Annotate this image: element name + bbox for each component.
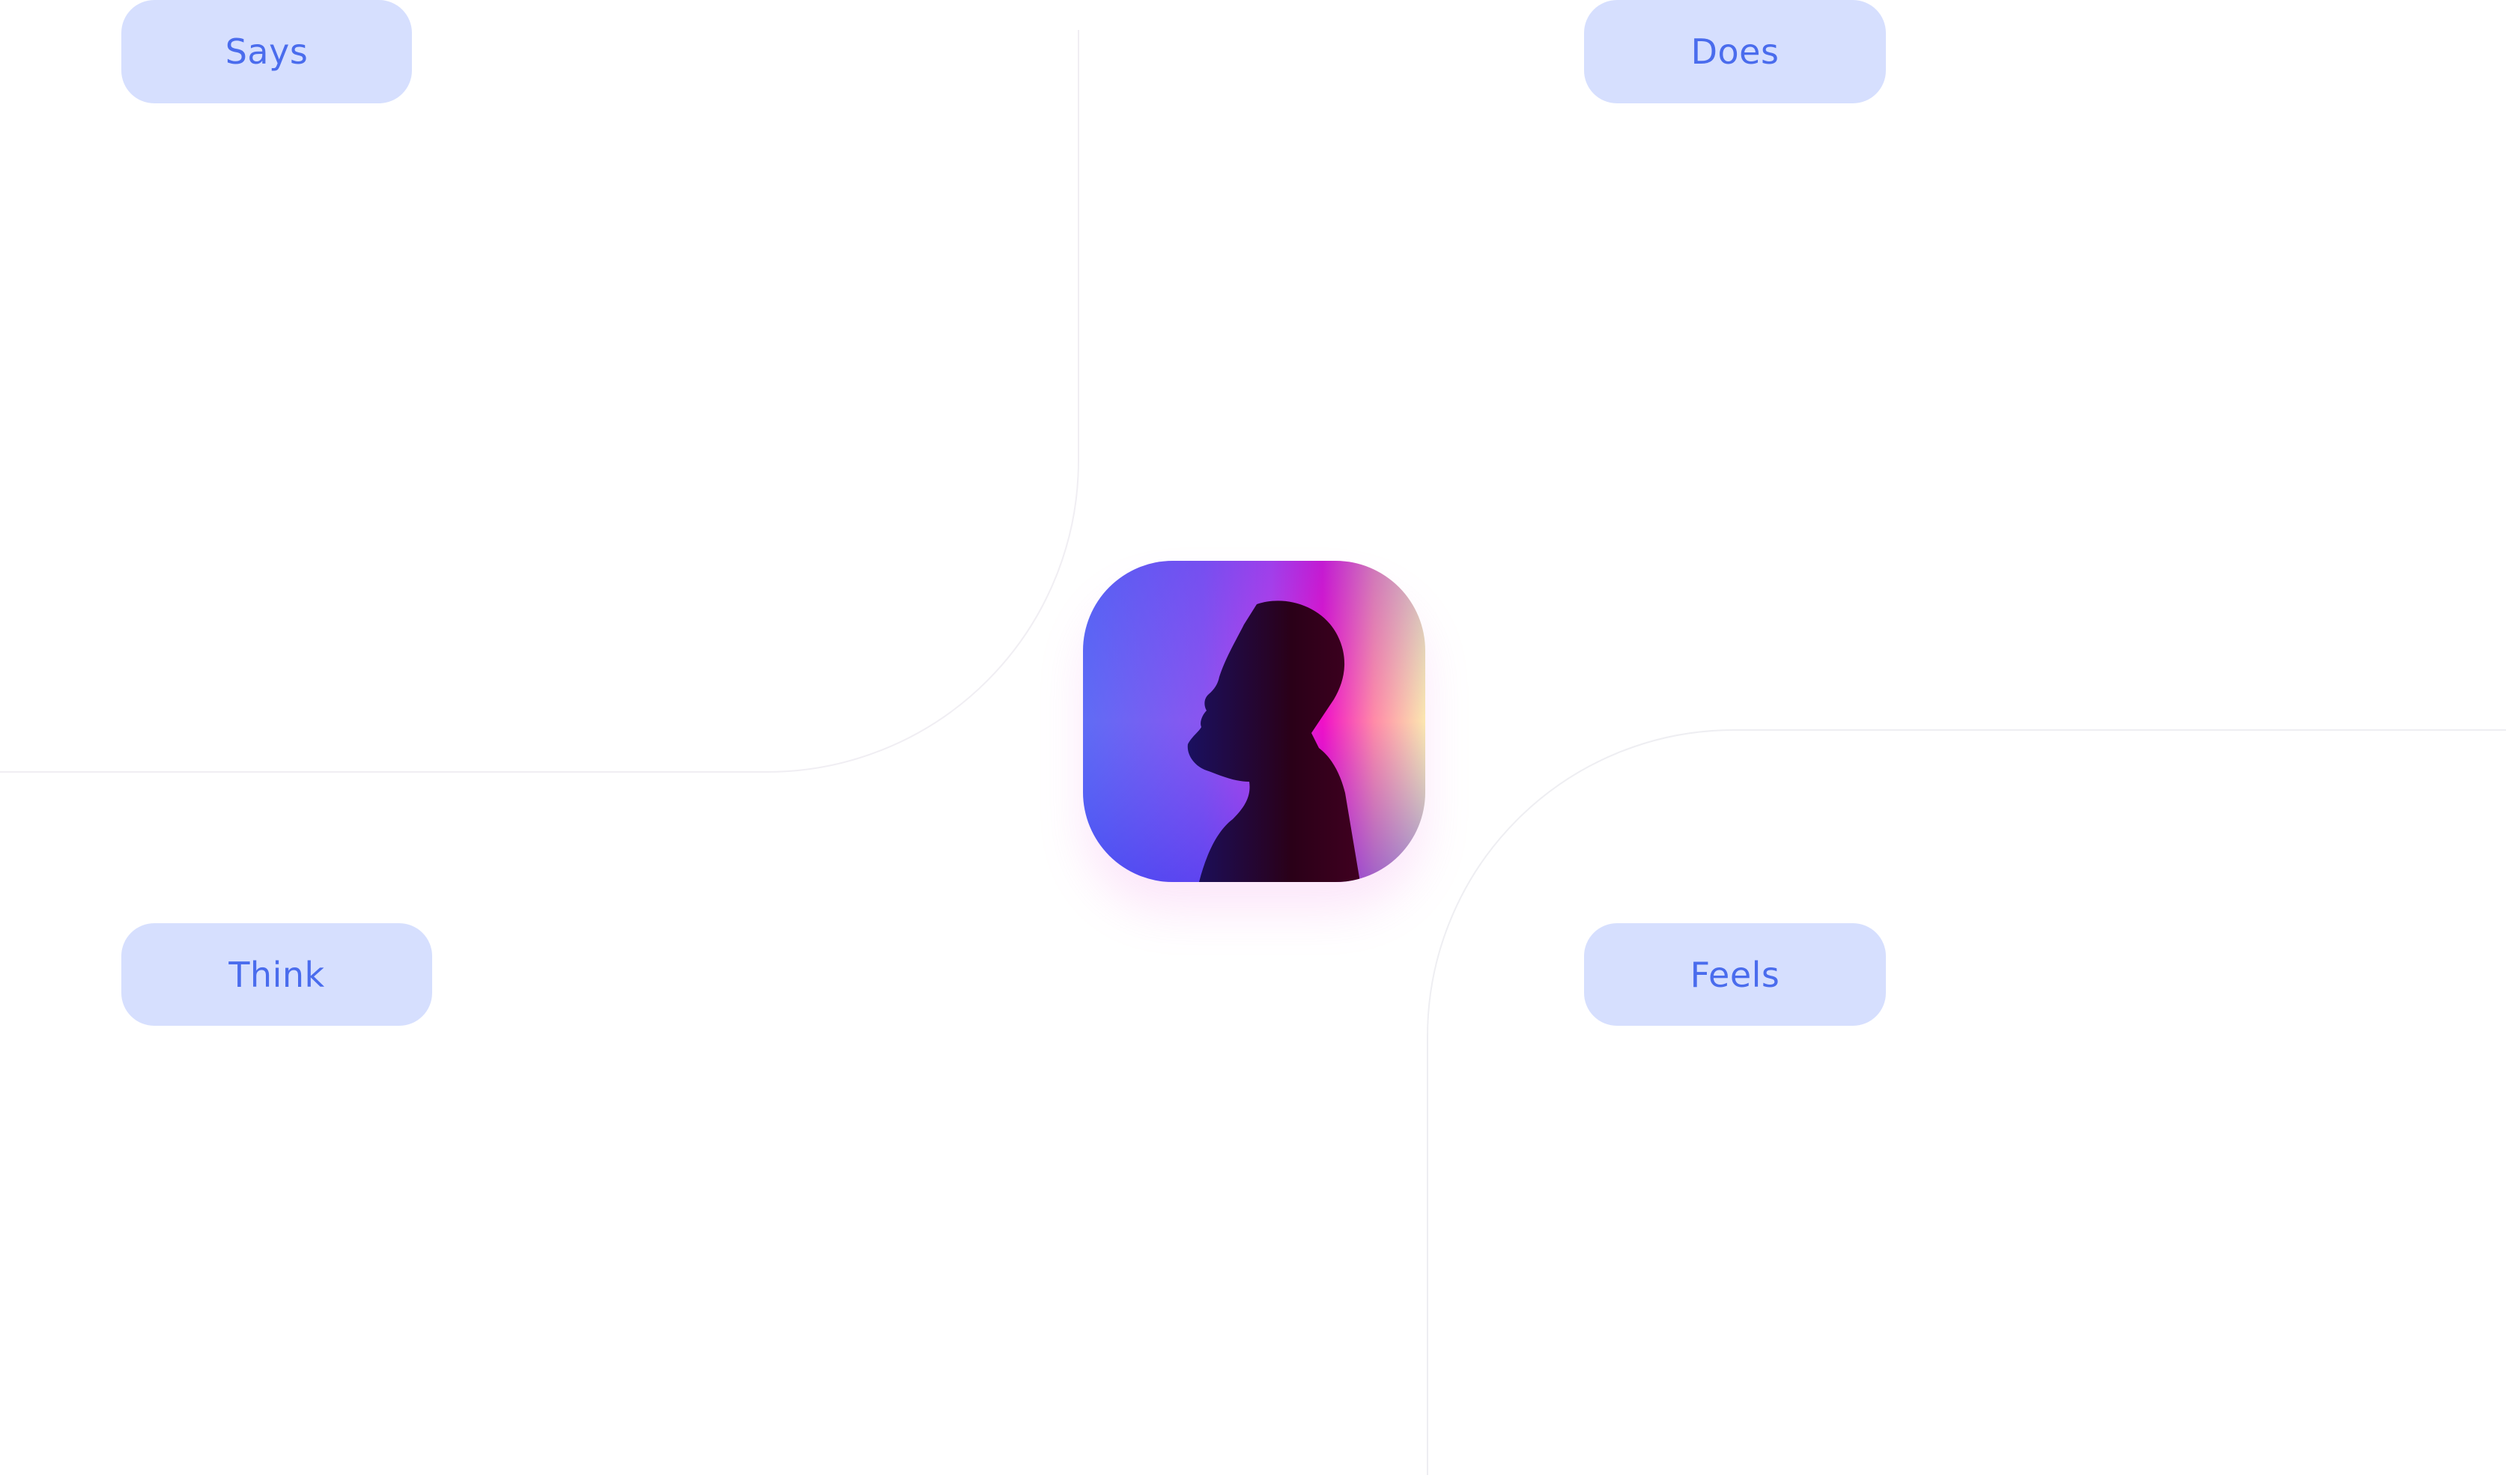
says-label: Says <box>121 0 412 103</box>
feels-label: Feels <box>1584 923 1886 1026</box>
persona-avatar <box>1083 561 1425 882</box>
says-text: Says <box>225 31 309 72</box>
think-label: Think <box>121 923 432 1026</box>
feels-text: Feels <box>1690 954 1780 995</box>
does-text: Does <box>1690 31 1780 72</box>
person-silhouette-icon <box>1083 561 1425 882</box>
think-text: Think <box>228 954 325 995</box>
divider-top-left <box>0 30 1079 773</box>
does-label: Does <box>1584 0 1886 103</box>
divider-bottom-right <box>1427 729 2506 1475</box>
